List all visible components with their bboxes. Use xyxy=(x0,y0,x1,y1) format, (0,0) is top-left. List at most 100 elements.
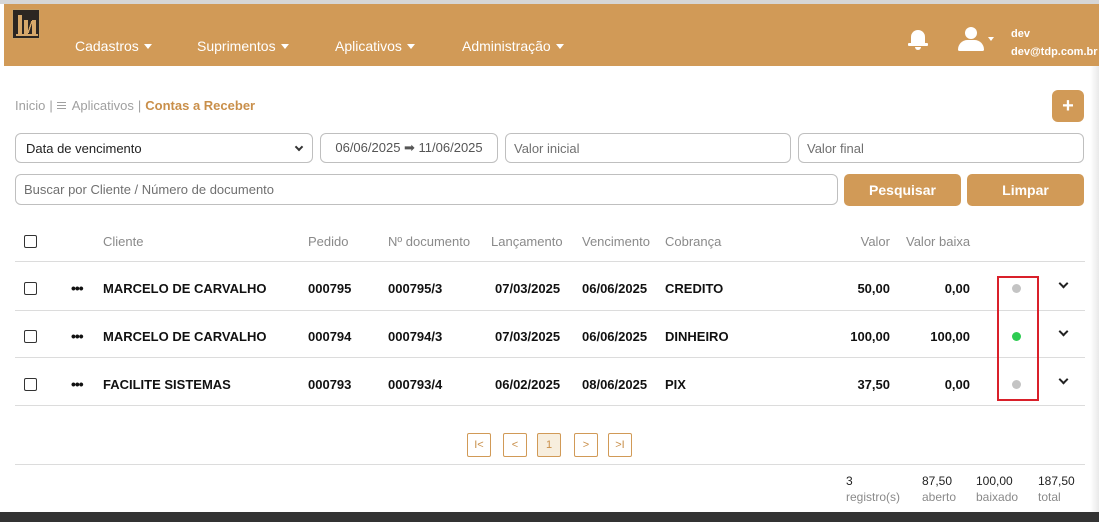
summary-registros-label: registro(s) xyxy=(846,490,901,504)
summary-total-label: total xyxy=(1038,490,1061,504)
cell-cobranca: PIX xyxy=(665,377,686,392)
clear-button[interactable]: Limpar xyxy=(967,174,1084,206)
menu-lines-icon xyxy=(56,102,66,109)
bell-clapper xyxy=(915,47,921,50)
cell-valor-baixa: 100,00 xyxy=(930,329,970,344)
header-pedido[interactable]: Pedido xyxy=(308,234,348,249)
chevron-down-icon xyxy=(143,43,152,49)
select-all-checkbox[interactable] xyxy=(24,235,37,248)
breadcrumb: Inicio | Aplicativos | Contas a Receber xyxy=(15,98,255,113)
row-checkbox[interactable] xyxy=(24,282,37,295)
summary-aberto-label: aberto xyxy=(922,490,957,504)
search-button[interactable]: Pesquisar xyxy=(844,174,961,206)
chevron-down-icon xyxy=(555,43,564,49)
add-button[interactable]: + xyxy=(1052,90,1084,122)
user-name: dev xyxy=(1011,28,1030,40)
scroll-edge xyxy=(1090,66,1099,512)
chevron-down-icon[interactable] xyxy=(1058,278,1069,289)
valor-inicial-input[interactable] xyxy=(505,133,791,163)
top-navbar: Cadastros Suprimentos Aplicativos Admini… xyxy=(4,4,1099,66)
menu-suprimentos[interactable]: Suprimentos xyxy=(197,38,289,54)
cell-valor-baixa: 0,00 xyxy=(944,377,970,392)
date-range-field[interactable]: 06/06/2025 ➡ 11/06/2025 xyxy=(320,133,498,163)
cell-valor: 37,50 xyxy=(857,377,890,392)
divider xyxy=(15,310,1085,311)
table-header: Cliente Pedido Nº documento Lançamento V… xyxy=(15,231,1085,251)
pagination-prev-button[interactable]: < xyxy=(503,433,527,457)
cell-cobranca: CREDITO xyxy=(665,281,724,296)
menu-label: Suprimentos xyxy=(197,38,276,54)
chevron-down-icon xyxy=(406,43,415,49)
cell-cobranca: DINHEIRO xyxy=(665,329,729,344)
cell-vencimento: 06/06/2025 xyxy=(582,329,648,344)
summary-baixado-label: baixado xyxy=(976,490,1019,504)
user-email: dev@tdp.com.br xyxy=(1011,46,1098,58)
divider xyxy=(15,464,1085,465)
summary-registros-value: 3 xyxy=(846,474,853,488)
breadcrumb-home[interactable]: Inicio xyxy=(15,98,45,113)
breadcrumb-separator: | xyxy=(137,98,142,113)
chevron-down-icon[interactable] xyxy=(1058,326,1069,337)
pagination-next-button[interactable]: > xyxy=(574,433,598,457)
cell-vencimento: 08/06/2025 xyxy=(582,377,648,392)
breadcrumb-apps[interactable]: Aplicativos xyxy=(72,98,134,113)
date-type-value: Data de vencimento xyxy=(26,140,142,156)
valor-final-input[interactable] xyxy=(798,133,1084,163)
cell-lancamento: 07/03/2025 xyxy=(495,329,561,344)
header-cliente[interactable]: Cliente xyxy=(103,234,143,249)
avatar-head xyxy=(965,27,977,39)
row-checkbox[interactable] xyxy=(24,330,37,343)
header-lancamento[interactable]: Lançamento xyxy=(491,234,563,249)
header-cobranca[interactable]: Cobrança xyxy=(665,234,721,249)
logo-underline xyxy=(16,34,38,36)
cell-documento: 000794/3 xyxy=(388,329,443,344)
app-logo[interactable] xyxy=(12,9,40,39)
date-type-select[interactable]: Data de vencimento xyxy=(15,133,313,163)
cell-valor: 50,00 xyxy=(857,281,890,296)
menu-administracao[interactable]: Administração xyxy=(462,38,564,54)
search-input[interactable] xyxy=(15,174,838,205)
cell-valor: 100,00 xyxy=(850,329,890,344)
menu-label: Aplicativos xyxy=(335,38,402,54)
table-row[interactable]: ••• FACILITE SISTEMAS 000793 000793/4 06… xyxy=(15,360,1085,408)
row-actions-icon[interactable]: ••• xyxy=(71,280,84,296)
row-actions-icon[interactable]: ••• xyxy=(71,328,84,344)
header-valor[interactable]: Valor xyxy=(835,234,890,249)
chevron-down-icon xyxy=(280,43,289,49)
menu-aplicativos[interactable]: Aplicativos xyxy=(335,38,415,54)
menu-label: Cadastros xyxy=(75,38,139,54)
cell-pedido: 000794 xyxy=(308,329,352,344)
status-column-highlight xyxy=(997,276,1039,401)
pagination-first-button[interactable]: I< xyxy=(467,433,491,457)
user-avatar-icon[interactable] xyxy=(958,27,984,51)
header-documento[interactable]: Nº documento xyxy=(388,234,470,249)
menu-label: Administração xyxy=(462,38,551,54)
pagination-last-button[interactable]: >I xyxy=(608,433,632,457)
menu-cadastros[interactable]: Cadastros xyxy=(75,38,152,54)
table-row[interactable]: ••• MARCELO DE CARVALHO 000795 000795/3 … xyxy=(15,264,1085,312)
row-checkbox[interactable] xyxy=(24,378,37,391)
pagination-page-button[interactable]: 1 xyxy=(537,433,561,457)
cell-documento: 000793/4 xyxy=(388,377,443,392)
row-actions-icon[interactable]: ••• xyxy=(71,376,84,392)
summary-aberto-value: 87,50 xyxy=(922,474,953,488)
header-vencimento[interactable]: Vencimento xyxy=(582,234,650,249)
cell-lancamento: 06/02/2025 xyxy=(495,377,561,392)
chevron-down-icon[interactable] xyxy=(1058,374,1069,385)
cell-cliente: MARCELO DE CARVALHO xyxy=(103,329,267,344)
table-row[interactable]: ••• MARCELO DE CARVALHO 000794 000794/3 … xyxy=(15,312,1085,360)
cell-vencimento: 06/06/2025 xyxy=(582,281,648,296)
cell-cliente: FACILITE SISTEMAS xyxy=(103,377,231,392)
logo-letter-i xyxy=(18,15,22,34)
bell-rim xyxy=(908,43,928,46)
user-menu-chevron-icon[interactable] xyxy=(988,37,994,41)
bell-icon[interactable] xyxy=(908,28,928,50)
cell-pedido: 000793 xyxy=(308,377,352,392)
chevron-down-icon xyxy=(294,142,304,151)
cell-documento: 000795/3 xyxy=(388,281,443,296)
breadcrumb-separator: | xyxy=(49,98,53,113)
divider xyxy=(15,261,1085,262)
header-valor-baixa[interactable]: Valor baixa xyxy=(906,234,970,249)
avatar-shoulders xyxy=(958,40,984,51)
divider xyxy=(15,357,1085,358)
